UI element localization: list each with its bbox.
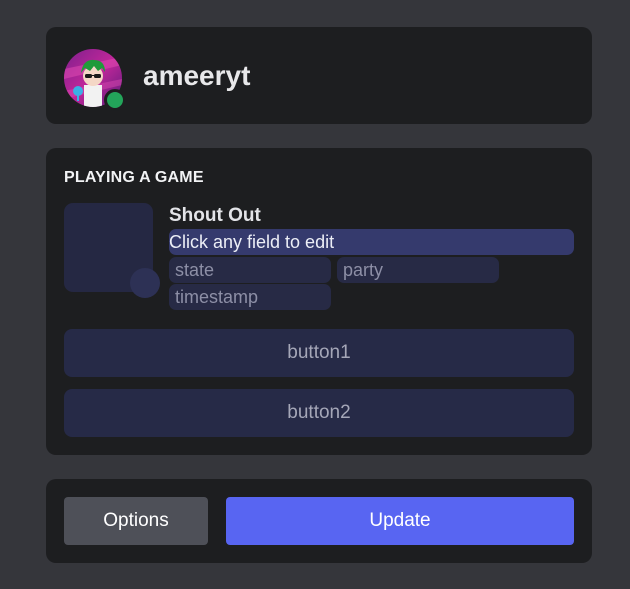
state-field[interactable]: state [169, 257, 331, 283]
small-image-slot[interactable] [130, 268, 160, 298]
activity-heading: PLAYING A GAME [64, 169, 204, 186]
actions-card: Options Update [46, 479, 592, 563]
details-field[interactable]: Click any field to edit [169, 229, 574, 255]
timestamp-field[interactable]: timestamp [169, 284, 331, 310]
activity-card: PLAYING A GAME Shout Out Click any field… [46, 148, 592, 455]
options-button[interactable]: Options [64, 497, 208, 545]
button1-field[interactable]: button1 [64, 329, 574, 377]
online-status-indicator [104, 89, 126, 111]
party-field[interactable]: party [337, 257, 499, 283]
profile-card: ameeryt [46, 27, 592, 124]
button2-field[interactable]: button2 [64, 389, 574, 437]
update-button[interactable]: Update [226, 497, 574, 545]
activity-name[interactable]: Shout Out [169, 205, 261, 227]
username: ameeryt [143, 60, 251, 91]
avatar[interactable] [64, 49, 126, 111]
